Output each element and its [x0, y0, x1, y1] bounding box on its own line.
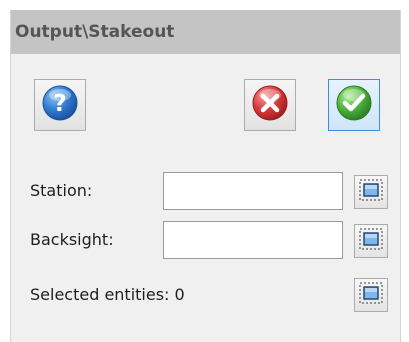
station-input[interactable] — [163, 172, 343, 210]
station-label: Station: — [30, 181, 93, 200]
svg-text:?: ? — [53, 91, 66, 117]
select-entity-icon — [359, 228, 383, 254]
selected-entities-label: Selected entities: 0 — [30, 285, 185, 304]
select-entity-icon — [359, 282, 383, 308]
help-icon: ? — [41, 84, 79, 126]
cancel-icon — [251, 84, 289, 126]
pick-station-button[interactable] — [354, 175, 388, 209]
stakeout-panel: Output\Stakeout ? Station: Backsight: Se… — [10, 10, 401, 342]
backsight-label: Backsight: — [30, 230, 114, 249]
backsight-input[interactable] — [163, 221, 343, 259]
select-entity-icon — [359, 179, 383, 205]
ok-button[interactable] — [328, 79, 380, 131]
ok-icon — [335, 84, 373, 126]
panel-title: Output\Stakeout — [11, 10, 400, 54]
pick-backsight-button[interactable] — [354, 224, 388, 258]
help-button[interactable]: ? — [34, 79, 86, 131]
select-entities-button[interactable] — [354, 278, 388, 312]
cancel-button[interactable] — [244, 79, 296, 131]
